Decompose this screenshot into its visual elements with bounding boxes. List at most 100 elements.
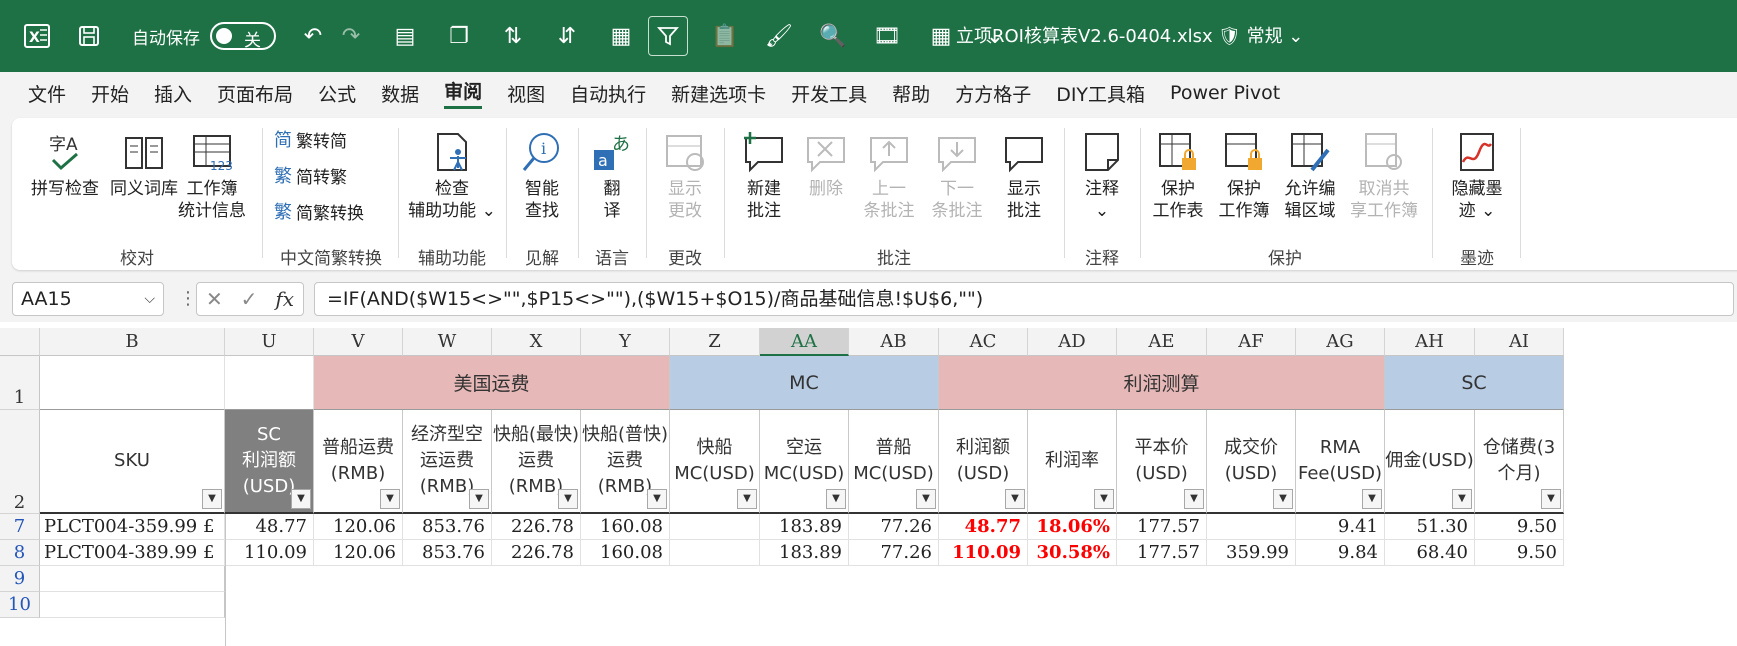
table-cell[interactable]: 110.09 (225, 540, 314, 566)
previous-comment-button[interactable]: 上一 条批注 (856, 130, 922, 222)
table-cell[interactable]: 183.89 (760, 514, 849, 540)
header-economy-air[interactable]: 经济型空 运运费 (RMB) ▼ (403, 410, 492, 514)
grid-icon[interactable]: ▦ (924, 24, 958, 49)
copy-format-icon[interactable]: ❐ (442, 24, 476, 49)
table-cell[interactable]: 853.76 (403, 514, 492, 540)
band-mc[interactable]: MC (670, 356, 939, 410)
format-painter-icon[interactable]: 🖌 (762, 24, 796, 49)
filter-dropdown-icon[interactable]: ▼ (826, 489, 846, 509)
tab-ffgz[interactable]: 方方格子 (955, 80, 1031, 107)
table-cell[interactable]: 226.78 (492, 514, 581, 540)
hide-ink-button[interactable]: 隐藏墨迹 ⌄ (1440, 130, 1514, 222)
table-cell[interactable]: 120.06 (314, 514, 403, 540)
table-cell[interactable]: PLCT004-359.99 £ (40, 514, 225, 540)
workbook-statistics-button[interactable]: 123 工作簿 统计信息 (172, 130, 252, 222)
band-us-shipping[interactable]: 美国运费 (314, 356, 670, 410)
table-cell[interactable]: 177.57 (1117, 514, 1207, 540)
column-header-ah[interactable]: AH (1385, 328, 1475, 356)
tab-power-pivot[interactable]: Power Pivot (1170, 82, 1280, 104)
row-header-9[interactable]: 9 (0, 566, 40, 592)
translate-button[interactable]: aあ 翻译 (584, 130, 640, 222)
cell-u1[interactable] (225, 356, 314, 410)
redo-icon[interactable]: ↷ (334, 24, 368, 49)
delete-comment-button[interactable]: 删除 (798, 130, 854, 200)
table-cell[interactable]: 9.84 (1296, 540, 1385, 566)
tab-page-layout[interactable]: 页面布局 (217, 80, 293, 107)
empty-cell[interactable] (40, 566, 225, 592)
row-header-7[interactable]: 7 (0, 514, 40, 540)
column-header-u[interactable]: U (225, 328, 314, 356)
tab-file[interactable]: 文件 (28, 80, 66, 107)
name-box[interactable]: AA15 ⌵ (12, 282, 164, 316)
column-header-af[interactable]: AF (1207, 328, 1296, 356)
header-ocean-mc[interactable]: 普船 MC(USD) ▼ (849, 410, 939, 514)
spell-check-button[interactable]: 字A 拼写检查 (28, 130, 102, 200)
filter-dropdown-icon[interactable]: ▼ (291, 489, 311, 509)
filter-dropdown-icon[interactable]: ▼ (1273, 489, 1293, 509)
next-comment-button[interactable]: 下一 条批注 (924, 130, 990, 222)
undo-icon[interactable]: ↶ (296, 24, 330, 49)
filter-dropdown-icon[interactable]: ▼ (1362, 489, 1382, 509)
table-cell[interactable]: 110.09 (939, 540, 1028, 566)
smart-lookup-button[interactable]: i 智能 查找 (512, 130, 572, 222)
tab-view[interactable]: 视图 (507, 80, 545, 107)
table-cell[interactable]: PLCT004-389.99 £ (40, 540, 225, 566)
column-header-ac[interactable]: AC (939, 328, 1028, 356)
find-icon[interactable]: 🔍 (816, 24, 850, 49)
chevron-down-icon[interactable]: ⌵ (144, 283, 155, 315)
filter-dropdown-icon[interactable]: ▼ (1184, 489, 1204, 509)
column-header-ag[interactable]: AG (1296, 328, 1385, 356)
clipboard-icon[interactable]: 📋 (708, 24, 742, 49)
column-header-v[interactable]: V (314, 328, 403, 356)
band-sc[interactable]: SC (1385, 356, 1564, 410)
row-header-10[interactable]: 10 (0, 592, 40, 618)
column-header-b[interactable]: B (40, 328, 225, 356)
form-icon[interactable]: ▤ (388, 24, 422, 49)
formula-input[interactable]: =IF(AND($W15<>"",$P15<>""),($W15+$O15)/商… (314, 282, 1734, 316)
header-deal-price[interactable]: 成交价 (USD) ▼ (1207, 410, 1296, 514)
column-header-z[interactable]: Z (670, 328, 760, 356)
header-rma-fee[interactable]: RMA Fee(USD) ▼ (1296, 410, 1385, 514)
media-icon[interactable]: 🎞 (870, 24, 904, 49)
protect-workbook-button[interactable]: 保护 工作簿 (1212, 130, 1276, 222)
filter-dropdown-icon[interactable]: ▼ (737, 489, 757, 509)
tab-insert[interactable]: 插入 (154, 80, 192, 107)
header-fast-ship-standard[interactable]: 快船(普快) 运费 (RMB) ▼ (581, 410, 670, 514)
band-profit[interactable]: 利润测算 (939, 356, 1385, 410)
filter-dropdown-icon[interactable]: ▼ (469, 489, 489, 509)
table-cell[interactable]: 226.78 (492, 540, 581, 566)
save-icon[interactable] (74, 21, 104, 51)
table-cell[interactable]: 183.89 (760, 540, 849, 566)
insert-function-icon[interactable]: fx (275, 287, 294, 311)
tab-automate[interactable]: 自动执行 (570, 80, 646, 107)
show-comments-button[interactable]: 显示 批注 (992, 130, 1056, 222)
header-ocean-freight[interactable]: 普船运费 (RMB) ▼ (314, 410, 403, 514)
unshare-workbook-button[interactable]: 取消共 享工作簿 (1344, 130, 1424, 222)
table-cell[interactable]: 853.76 (403, 540, 492, 566)
table-cell[interactable]: 68.40 (1385, 540, 1475, 566)
row-header-1[interactable]: 1 (0, 356, 40, 410)
cell-b1[interactable] (40, 356, 225, 410)
table-cell[interactable]: 9.50 (1475, 540, 1564, 566)
table-cell[interactable]: 9.41 (1296, 514, 1385, 540)
simp-to-trad-button[interactable]: 繁简转繁 (274, 162, 347, 188)
filter-dropdown-icon[interactable]: ▼ (1005, 489, 1025, 509)
column-header-w[interactable]: W (403, 328, 492, 356)
table-cell[interactable]: 48.77 (939, 514, 1028, 540)
filter-dropdown-icon[interactable]: ▼ (202, 489, 222, 509)
tab-data[interactable]: 数据 (381, 80, 419, 107)
notes-button[interactable]: 注释 ⌄ (1072, 130, 1132, 222)
column-header-x[interactable]: X (492, 328, 581, 356)
header-break-even[interactable]: 平本价 (USD) ▼ (1117, 410, 1207, 514)
tab-home[interactable]: 开始 (91, 80, 129, 107)
excel-logo-icon[interactable]: X (22, 21, 52, 51)
header-air-mc[interactable]: 空运 MC(USD) ▼ (760, 410, 849, 514)
cancel-icon[interactable]: ✕ (206, 287, 223, 311)
sort-descending-icon[interactable]: ⇵ (550, 24, 584, 49)
pivot-icon[interactable]: ▦ (604, 24, 638, 49)
autosave-toggle[interactable]: 关 (210, 22, 276, 51)
table-cell[interactable]: 30.58% (1028, 540, 1117, 566)
protect-sheet-button[interactable]: 保护 工作表 (1146, 130, 1210, 222)
header-sc-profit[interactable]: SC 利润额 (USD) ▼ (225, 410, 314, 514)
header-sku[interactable]: SKU ▼ (40, 410, 225, 514)
